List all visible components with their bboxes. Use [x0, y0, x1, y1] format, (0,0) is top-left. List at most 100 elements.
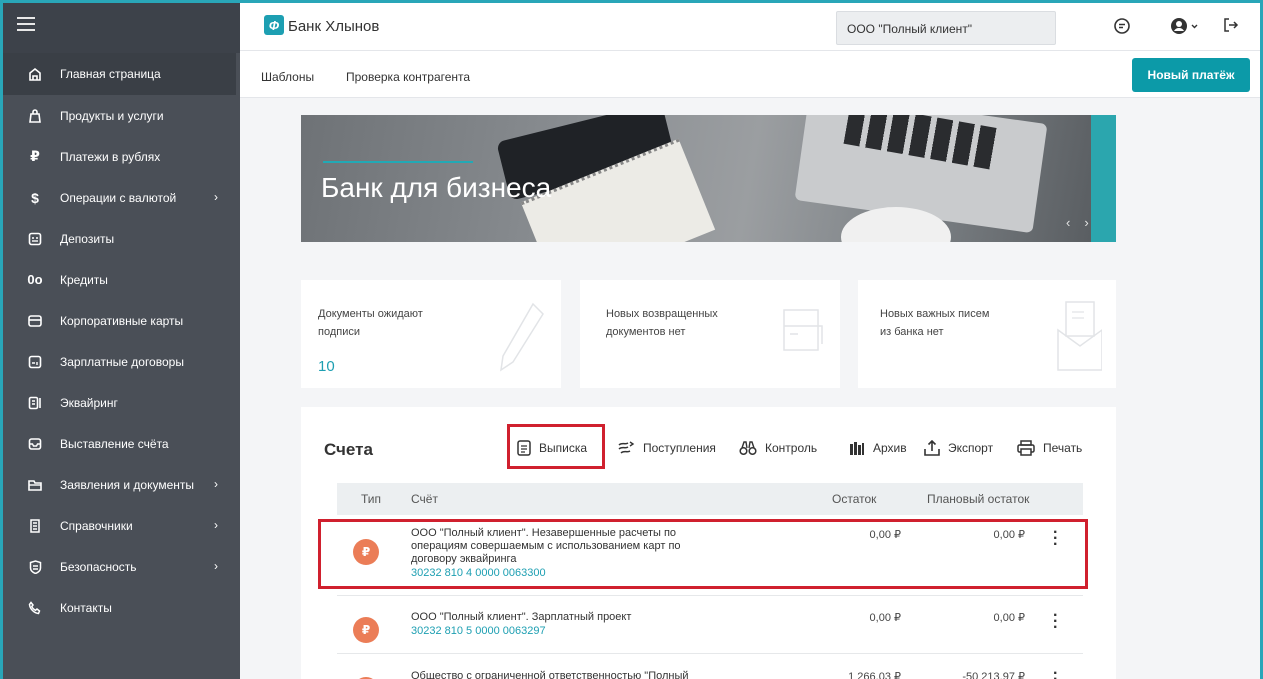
banner-nav-arrows-icon[interactable]: ‹›: [1066, 215, 1103, 230]
binoculars-icon: [739, 441, 757, 456]
bank-logo-icon[interactable]: Ф: [264, 15, 284, 35]
account-row[interactable]: ₽ ООО "Полный клиент". Зарплатный проект…: [337, 599, 1083, 654]
export-label: Экспорт: [948, 441, 994, 455]
pen-icon: [495, 300, 547, 381]
account-planned-balance: -50 213,97 ₽: [962, 671, 1025, 679]
menu-icon[interactable]: [17, 17, 35, 33]
statement-button[interactable]: Выписка: [517, 440, 587, 456]
chat-icon[interactable]: [1113, 17, 1131, 40]
account-number-link[interactable]: 30232 810 5 0000 0063297: [411, 625, 546, 637]
sidebar-item-home[interactable]: Главная страница: [3, 53, 236, 95]
column-type: Тип: [361, 492, 382, 506]
ruble-icon: ₽: [30, 148, 40, 164]
banner-divider: [323, 161, 473, 163]
promo-banner[interactable]: Банк для бизнеса ‹›: [301, 115, 1116, 242]
sidebar-item-label: Безопасность: [60, 559, 137, 574]
ruble-icon: ₽: [353, 539, 379, 565]
statement-label: Выписка: [539, 441, 588, 455]
sidebar-item-label: Зарплатные договоры: [60, 354, 184, 369]
sidebar-item-ruble-payments[interactable]: ₽ Платежи в рублях: [3, 136, 240, 177]
column-account: Счёт: [411, 492, 438, 506]
user-icon[interactable]: [1170, 17, 1200, 40]
logout-icon[interactable]: [1223, 17, 1239, 38]
main-content: Банк для бизнеса ‹› Документы ожидают по…: [240, 98, 1260, 679]
column-planned-balance: Плановый остаток: [927, 492, 1030, 506]
export-button[interactable]: Экспорт: [924, 440, 993, 456]
deposit-icon: [25, 229, 45, 249]
card-count: 10: [318, 358, 335, 375]
chevron-right-icon: ›: [214, 477, 218, 491]
sidebar-item-label: Контакты: [60, 600, 112, 615]
account-name-line: Общество с ограниченной ответственностью…: [411, 670, 689, 679]
account-balance: 1 266,03 ₽: [848, 671, 901, 679]
sidebar-item-credits[interactable]: 0o Кредиты: [3, 259, 240, 300]
accounts-title: Счета: [324, 440, 373, 459]
receipts-button[interactable]: Поступления: [617, 440, 716, 456]
returned-docs-card[interactable]: Новых возвращенных документов нет: [580, 280, 840, 388]
sidebar-item-corporate-cards[interactable]: Корпоративные карты: [3, 300, 240, 341]
client-selector[interactable]: ООО "Полный клиент": [836, 11, 1056, 45]
account-name-line: ООО "Полный клиент". Зарплатный проект: [411, 611, 632, 623]
ruble-icon: ₽: [353, 617, 379, 643]
bag-icon: [25, 106, 45, 126]
account-row[interactable]: ₽ ООО "Полный клиент". Незавершенные рас…: [337, 523, 1083, 596]
sidebar: Главная страница Продукты и услуги ₽ Пла…: [3, 3, 240, 679]
sidebar-item-label: Корпоративные карты: [60, 313, 184, 328]
counterparty-check-link[interactable]: Проверка контрагента: [346, 70, 470, 84]
new-payment-button[interactable]: Новый платёж: [1132, 58, 1250, 92]
sidebar-item-documents[interactable]: Заявления и документы ›: [3, 464, 240, 505]
card-icon: [25, 311, 45, 331]
account-name: ООО "Полный клиент". Зарплатный проект: [411, 611, 631, 624]
shield-icon: [25, 557, 45, 577]
control-label: Контроль: [765, 441, 818, 455]
sidebar-item-invoice[interactable]: Выставление счёта: [3, 423, 240, 464]
sidebar-item-security[interactable]: Безопасность ›: [3, 546, 240, 587]
sidebar-header: [3, 3, 240, 53]
archive-button[interactable]: Архив: [849, 440, 907, 456]
sidebar-item-label: Кредиты: [60, 272, 108, 287]
archive-label: Архив: [873, 441, 907, 455]
account-number-link[interactable]: 30232 810 4 0000 0063300: [411, 567, 546, 579]
sidebar-item-references[interactable]: Справочники ›: [3, 505, 240, 546]
sidebar-item-currency[interactable]: $ Операции с валютой ›: [3, 177, 240, 218]
sidebar-item-label: Продукты и услуги: [60, 108, 164, 123]
more-options-icon[interactable]: · · ·: [1053, 525, 1058, 553]
column-balance: Остаток: [832, 492, 877, 506]
print-button[interactable]: Печать: [1017, 440, 1082, 456]
banner-title: Банк для бизнеса: [321, 172, 552, 203]
templates-link[interactable]: Шаблоны: [261, 70, 314, 84]
card-text-line: документов нет: [606, 326, 686, 338]
sidebar-item-deposits[interactable]: Депозиты: [3, 218, 240, 259]
account-name-line: ООО "Полный клиент". Незавершенные расче…: [411, 527, 677, 539]
sidebar-item-acquiring[interactable]: Эквайринг: [3, 382, 240, 423]
card-text: Новых возвращенных документов нет: [606, 305, 718, 341]
bank-name[interactable]: Банк Хлынов: [288, 18, 379, 35]
card-text-line: подписи: [318, 326, 360, 338]
sidebar-item-products[interactable]: Продукты и услуги: [3, 95, 240, 136]
control-button[interactable]: Контроль: [739, 440, 817, 456]
pending-signature-card[interactable]: Документы ожидают подписи 10: [301, 280, 561, 388]
important-letters-card[interactable]: Новых важных писем из банка нет: [858, 280, 1116, 388]
acquiring-icon: [25, 393, 45, 413]
dollar-icon: $: [31, 189, 39, 206]
account-name-line: операциям совершаемым с использованием к…: [411, 540, 681, 552]
credit-icon: 0o: [27, 272, 43, 287]
card-text-line: Документы ожидают: [318, 308, 423, 320]
accounts-table-header: Тип Счёт Остаток Плановый остаток: [337, 483, 1083, 515]
more-options-icon[interactable]: ··: [1053, 666, 1058, 679]
card-text-line: Новых важных писем: [880, 308, 990, 320]
folder-icon: [25, 475, 45, 495]
receipts-label: Поступления: [643, 441, 716, 455]
account-row[interactable]: ₽ Общество с ограниченной ответственност…: [337, 657, 1083, 679]
book-icon: [25, 516, 45, 536]
accounts-panel: Счета Выписка Поступления Контроль Архив…: [301, 407, 1116, 679]
card-text: Новых важных писем из банка нет: [880, 305, 989, 341]
more-options-icon[interactable]: · · ·: [1053, 608, 1058, 636]
salary-icon: [25, 352, 45, 372]
sidebar-item-contacts[interactable]: Контакты: [3, 587, 240, 628]
sidebar-item-salary[interactable]: Зарплатные договоры: [3, 341, 240, 382]
account-planned-balance: 0,00 ₽: [993, 529, 1025, 541]
sidebar-item-label: Платежи в рублях: [60, 149, 161, 164]
receipts-icon: [618, 441, 635, 454]
sidebar-item-label: Депозиты: [60, 231, 115, 246]
